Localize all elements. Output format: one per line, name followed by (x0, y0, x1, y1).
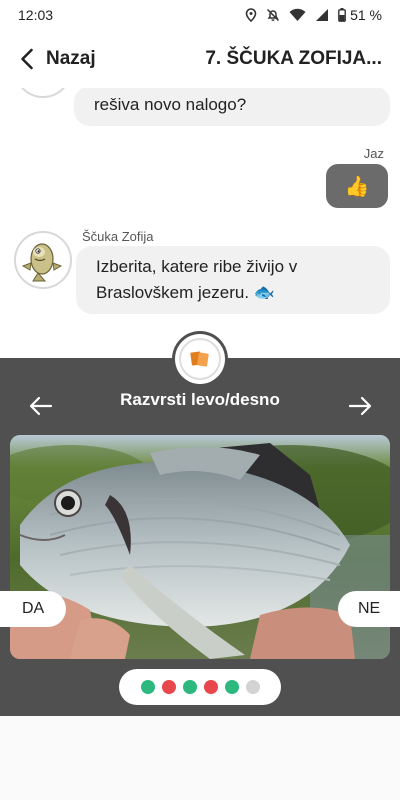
my-chat-bubble: 👍 (326, 164, 388, 208)
signal-icon (316, 9, 329, 21)
back-button[interactable]: Nazaj (20, 48, 96, 70)
cards-icon (190, 351, 209, 367)
fish-avatar (14, 231, 72, 289)
chat-bubble: Izberita, katere ribe živijo v Braslovšk… (76, 246, 390, 314)
message-text: Izberita, katere ribe živijo v Braslovšk… (96, 257, 298, 302)
progress-dot (140, 680, 155, 694)
progress-dot (182, 680, 197, 694)
no-choice-button[interactable]: NE (338, 591, 400, 627)
progress-dot (161, 680, 176, 694)
bottom-area (0, 716, 400, 800)
fish-photo-card[interactable] (10, 435, 390, 659)
location-icon (245, 8, 257, 22)
my-sender-label: Jaz (363, 146, 384, 161)
wifi-icon (289, 8, 306, 21)
arrow-right-icon[interactable] (346, 392, 374, 420)
silent-bell-icon (267, 8, 280, 22)
status-time: 12:03 (18, 7, 54, 23)
battery-percent: 51 % (350, 7, 382, 23)
chat-bubble: rešiva novo nalogo? (74, 88, 390, 126)
sender-name: Ščuka Zofija (82, 229, 154, 244)
progress-dot (203, 680, 218, 694)
status-bar: 12:03 51 % (0, 0, 400, 30)
app-header: Nazaj 7. ŠČUKA ZOFIJA... (0, 30, 400, 88)
fish-character-icon (21, 243, 63, 282)
progress-dot (224, 680, 239, 694)
message-text: rešiva novo nalogo? (94, 95, 247, 114)
panel-badge (175, 334, 225, 384)
badge-circle (179, 338, 221, 380)
chevron-left-icon (21, 48, 33, 70)
panel-title: Razvrsti levo/desno (120, 390, 280, 409)
yes-choice-button[interactable]: DA (0, 591, 66, 627)
fish-photo (10, 435, 390, 659)
page-title: 7. ŠČUKA ZOFIJA... (205, 48, 382, 69)
status-icons: 51 % (245, 7, 382, 23)
battery-icon (338, 8, 346, 22)
app-screen: 12:03 51 % Nazaj 7. ŠČUKA ZOFIJA... reši… (0, 0, 400, 800)
chat-thread: rešiva novo nalogo? Jaz 👍 Ščuka Zofija I… (0, 88, 400, 358)
progress-indicator (119, 669, 281, 705)
thumbs-up-emoji: 👍 (344, 175, 370, 198)
progress-dot (245, 680, 260, 694)
back-label: Nazaj (46, 48, 96, 69)
avatar (14, 88, 72, 98)
battery-status: 51 % (338, 7, 382, 23)
